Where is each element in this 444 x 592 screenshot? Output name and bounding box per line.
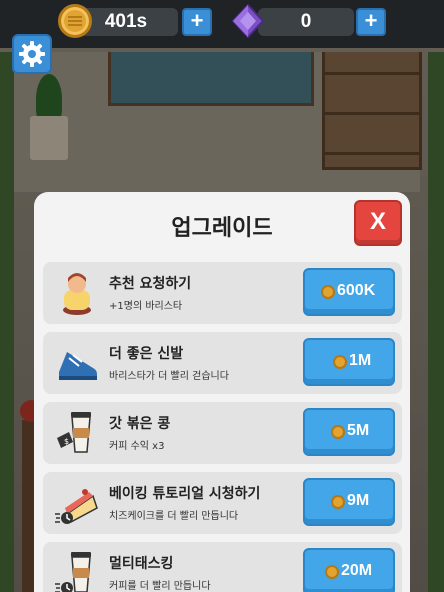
upgrade-price: 9M <box>347 492 370 509</box>
upgrade-description: 커피 수익 x3 <box>109 441 165 452</box>
settings-button[interactable] <box>12 34 52 74</box>
coffee-cup-icon: $ <box>53 408 101 458</box>
buy-upgrade-button[interactable]: 1M <box>303 338 395 386</box>
upgrade-item: 추천 요청하기 +1명의 바리스타 600K <box>43 262 402 324</box>
upgrade-item: $ 갓 볶은 콩 커피 수익 x3 5M <box>43 402 402 464</box>
coin-icon <box>58 4 92 38</box>
upgrade-description: 치즈케이크를 더 빨리 만듭니다 <box>109 511 239 522</box>
buy-upgrade-button[interactable]: 9M <box>303 478 395 526</box>
upgrade-price: 1M <box>349 352 372 369</box>
multitask-coffee-icon <box>53 548 101 592</box>
buy-upgrade-button[interactable]: 600K <box>303 268 395 316</box>
upgrade-price: 20M <box>341 562 373 579</box>
close-button[interactable]: X <box>354 200 402 246</box>
coin-icon <box>325 565 339 579</box>
cheesecake-icon <box>53 478 101 528</box>
svg-text:$: $ <box>64 437 69 446</box>
add-coins-button[interactable]: + <box>182 8 212 36</box>
upgrade-name: 멀티태스킹 <box>109 556 174 572</box>
shoe-icon <box>53 338 101 388</box>
upgrade-name: 베이킹 튜토리얼 시청하기 <box>109 486 261 502</box>
top-bar: 401s + 0 + <box>0 0 444 48</box>
coin-icon <box>331 425 345 439</box>
upgrade-description: +1명의 바리스타 <box>109 301 183 312</box>
upgrade-item: 베이킹 튜토리얼 시청하기 치즈케이크를 더 빨리 만듭니다 9M <box>43 472 402 534</box>
upgrade-price: 5M <box>347 422 370 439</box>
gear-icon <box>19 41 45 67</box>
upgrade-name: 추천 요청하기 <box>109 276 192 292</box>
gem-counter: 0 <box>258 8 354 36</box>
barista-icon <box>53 268 101 318</box>
buy-upgrade-button[interactable]: 20M <box>303 548 395 592</box>
coin-icon <box>321 285 335 299</box>
upgrade-price: 600K <box>337 282 376 299</box>
upgrade-name: 갓 볶은 콩 <box>109 416 171 432</box>
upgrade-name: 더 좋은 신발 <box>109 346 184 362</box>
upgrade-description: 바리스타가 더 빨리 걷습니다 <box>109 371 229 382</box>
add-gems-button[interactable]: + <box>356 8 386 36</box>
gem-icon <box>232 4 264 38</box>
upgrade-dialog: 업그레이드 X 추천 요청하기 +1명의 바리스타 600K 더 좋은 신발 바… <box>34 192 410 592</box>
buy-upgrade-button[interactable]: 5M <box>303 408 395 456</box>
upgrade-item: 멀티태스킹 커피를 더 빨리 만듭니다 20M <box>43 542 402 592</box>
coin-icon <box>331 495 345 509</box>
upgrade-description: 커피를 더 빨리 만듭니다 <box>109 581 211 592</box>
gem-amount: 0 <box>300 11 312 32</box>
coin-icon <box>333 355 347 369</box>
upgrade-item: 더 좋은 신발 바리스타가 더 빨리 걷습니다 1M <box>43 332 402 394</box>
